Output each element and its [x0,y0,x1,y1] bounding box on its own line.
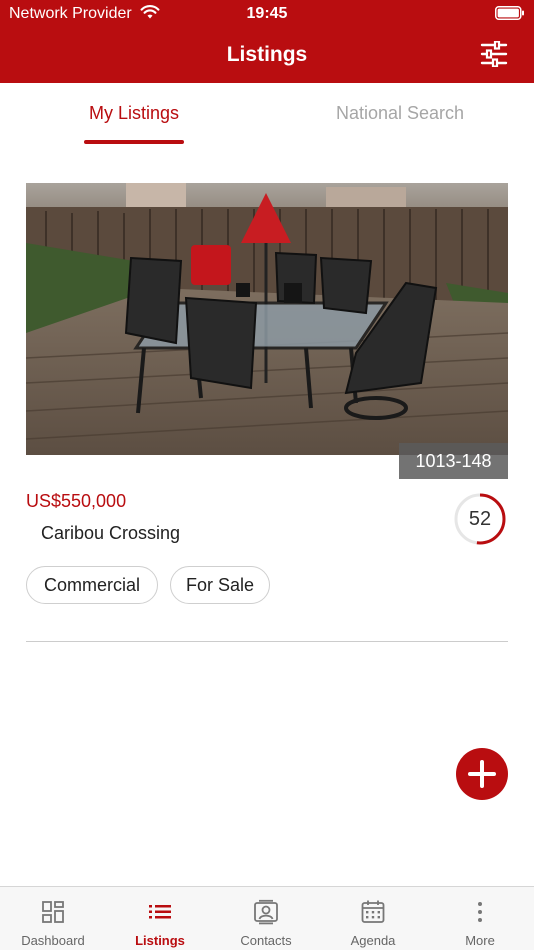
nav-dashboard[interactable]: Dashboard [0,887,106,950]
nav-more[interactable]: More [427,887,533,950]
tab-my-listings[interactable]: My Listings [84,103,184,124]
sliders-icon[interactable] [480,41,508,67]
listing-tabs: My Listings National Search [0,83,534,147]
nav-label-more: More [465,933,495,948]
patio-photo-illustration [26,183,508,455]
nav-label-contacts: Contacts [240,933,292,948]
listing-photo[interactable] [26,183,508,455]
listings-screen: Network Provider 19:45 Listings My Listi… [0,0,534,950]
tag-chip-type[interactable]: Commercial [26,566,158,604]
listing-name: Caribou Crossing [41,523,181,543]
nav-label-agenda: Agenda [350,933,396,948]
contacts-icon [254,899,278,925]
score-value: 52 [468,508,492,530]
nav-agenda[interactable]: Agenda [320,887,426,950]
nav-label-dashboard: Dashboard [21,933,85,948]
battery-icon [495,6,524,20]
add-listing-button[interactable] [456,748,508,800]
plus-icon [468,760,496,788]
mls-number-badge: 1013-148 [399,443,508,479]
listing-price: US$550,000 [26,491,127,511]
active-tab-indicator [84,140,184,144]
clock: 19:45 [246,5,288,22]
calendar-icon [361,900,385,923]
tab-national-search[interactable]: National Search [318,103,482,124]
page-title: Listings [226,43,308,66]
dashboard-icon [42,901,64,923]
more-vertical-icon [478,902,482,922]
nav-label-listings: Listings [135,933,185,948]
status-bar: Network Provider 19:45 [0,0,534,28]
nav-contacts[interactable]: Contacts [213,887,319,950]
list-icon [149,905,171,919]
card-divider [26,641,508,642]
nav-listings[interactable]: Listings [107,887,213,950]
bottom-tab-bar: Dashboard Listings Contacts Agenda More [0,886,534,950]
app-header: Network Provider 19:45 Listings [0,0,534,83]
tag-chip-status[interactable]: For Sale [170,566,270,604]
